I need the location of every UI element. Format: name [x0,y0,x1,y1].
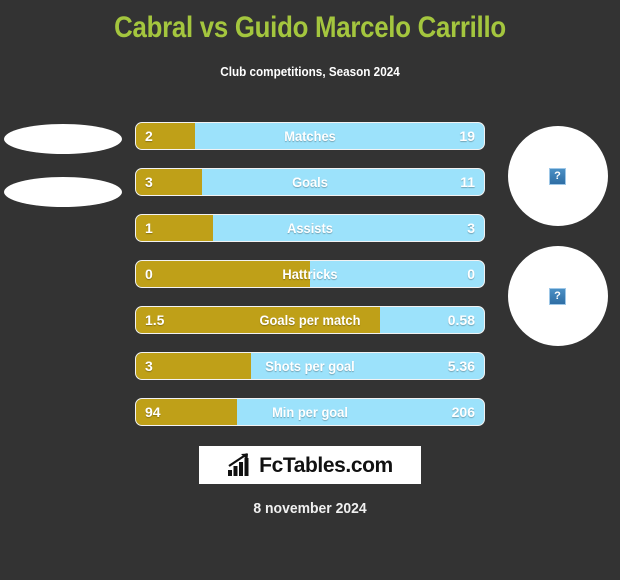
away-player-images: ? ? [495,118,620,366]
home-player-flag-placeholder [3,177,122,207]
stat-label: Goals per match [259,312,361,328]
away-value: 19 [459,128,475,144]
stat-label: Shots per goal [265,358,355,374]
home-player-images [0,118,125,230]
stat-label: Hattricks [282,266,338,282]
away-player-flag-placeholder: ? [507,246,608,346]
page-subtitle: Club competitions, Season 2024 [220,64,400,79]
stat-label: Assists [287,220,333,236]
stat-label: Goals [292,174,328,190]
page-title: Cabral vs Guido Marcelo Carrillo [114,11,506,44]
stat-row: 3 Shots per goal 5.36 [135,352,485,380]
stat-label: Matches [284,128,336,144]
footer-date: 8 november 2024 [253,500,367,517]
stat-label: Min per goal [272,404,348,420]
page-header: Cabral vs Guido Marcelo Carrillo Club co… [0,0,620,80]
stat-row: 2 Matches 19 [135,122,485,150]
away-value: 206 [451,404,475,420]
broken-image-glyph: ? [554,289,561,302]
bar-chart-icon [228,453,249,476]
away-value: 3 [467,220,475,236]
logo-box[interactable]: FcTables.com [199,446,421,484]
broken-image-icon: ? [549,287,566,305]
site-logo[interactable]: FcTables.com [0,446,620,484]
stat-row: 1 Assists 3 [135,214,485,242]
broken-image-icon: ? [549,167,566,185]
stat-comparison-list: 2 Matches 19 3 Goals 11 1 Assists 3 0 Ha… [135,122,485,444]
logo-text: FcTables.com [259,453,393,477]
home-player-photo-placeholder [3,124,122,154]
away-value: 0.58 [447,312,475,328]
away-player-photo-placeholder: ? [507,126,608,226]
away-value: 0 [467,266,475,282]
away-value: 11 [460,174,475,190]
stat-row: 94 Min per goal 206 [135,398,485,426]
stat-row: 1.5 Goals per match 0.58 [135,306,485,334]
stat-row: 0 Hattricks 0 [135,260,485,288]
broken-image-glyph: ? [554,169,561,182]
away-value: 5.36 [447,358,475,374]
stat-row: 3 Goals 11 [135,168,485,196]
